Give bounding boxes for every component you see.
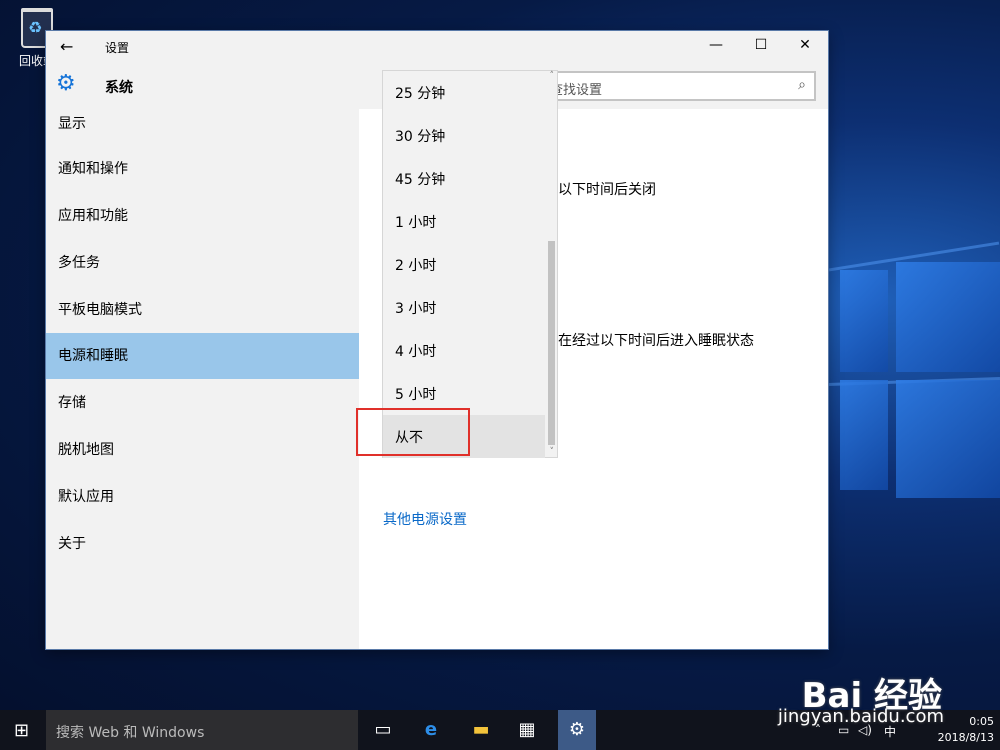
scroll-up-arrow-icon[interactable]: ˄ [550,71,555,81]
clock-time: 0:05 [969,715,994,728]
sidebar-item-label: 平板电脑模式 [58,302,142,318]
file-explorer-icon[interactable]: ▬ [468,719,494,740]
sidebar-item-multitasking[interactable]: 多任务 [46,240,359,286]
gear-icon: ⚙ [56,71,76,96]
minimize-button[interactable]: — [704,37,728,53]
sidebar-item-storage[interactable]: 存储 [46,380,359,426]
store-icon[interactable]: ▦ [514,719,540,740]
sidebar-item-label: 默认应用 [58,489,114,505]
search-input[interactable]: 查找设置 ⌕ [536,71,816,101]
taskbar-search-text: 搜索 Web 和 Windows [56,725,205,741]
sidebar-item-label: 通知和操作 [58,161,128,177]
scroll-down-arrow-icon[interactable]: ˅ [550,447,555,457]
desktop-logo-pane-4 [896,380,1000,498]
clock-date: 2018/8/13 [937,731,994,744]
sidebar-item-apps[interactable]: 应用和功能 [46,193,359,239]
dropdown-option[interactable]: 45 分钟 [383,157,545,200]
dropdown-option[interactable]: 1 小时 [383,200,545,243]
dropdown-option-label: 2 小时 [395,258,437,274]
search-icon[interactable]: ⌕ [798,77,806,93]
dropdown-option[interactable]: 2 小时 [383,243,545,286]
taskbar-search-box[interactable]: 搜索 Web 和 Windows [46,710,358,750]
sidebar-item-label: 应用和功能 [58,208,128,224]
dropdown-option-label: 4 小时 [395,344,437,360]
sidebar-item-label: 关于 [58,536,86,552]
sidebar-item-label: 电源和睡眠 [58,348,128,364]
sidebar-item-power-sleep[interactable]: 电源和睡眠 [46,333,359,379]
window-title: 设置 [105,41,130,55]
dropdown-option[interactable]: 30 分钟 [383,114,545,157]
desktop-logo-pane-2 [896,262,1000,372]
clock[interactable]: 0:05 2018/8/13 [938,714,994,746]
sidebar-item-label: 存储 [58,395,86,411]
screen-off-text: 以下时间后关闭 [558,182,656,198]
dropdown-option-label: 45 分钟 [395,172,446,188]
annotation-highlight-box [356,408,470,456]
close-button[interactable]: ✕ [793,37,817,53]
dropdown-option-label: 25 分钟 [395,86,446,102]
windows-start-icon[interactable]: ⊞ [14,720,29,741]
sidebar-item-default-apps[interactable]: 默认应用 [46,474,359,520]
sidebar-item-label: 显示 [58,116,86,132]
dropdown-option[interactable]: 4 小时 [383,329,545,372]
dropdown-option-label: 5 小时 [395,387,437,403]
dropdown-option-label: 3 小时 [395,301,437,317]
dropdown-option-label: 30 分钟 [395,129,446,145]
dropdown-option-label: 1 小时 [395,215,437,231]
title-bar: ← 设置 — ☐ ✕ [46,31,828,61]
task-view-icon[interactable]: ▭ [370,719,396,740]
desktop-logo-pane-1 [840,270,888,372]
other-power-settings-link[interactable]: 其他电源设置 [383,509,467,529]
dropdown-option[interactable]: 25 分钟 [383,71,545,114]
back-arrow-icon[interactable]: ← [60,37,73,56]
settings-taskbar-icon[interactable]: ⚙ [558,710,596,750]
sidebar: 显示 通知和操作 应用和功能 多任务 平板电脑模式 电源和睡眠 存储 脱机地图 … [46,109,359,649]
dropdown-option[interactable]: 3 小时 [383,286,545,329]
dropdown-scrollbar-thumb[interactable] [548,241,555,445]
edge-browser-icon[interactable]: e [418,719,444,740]
sidebar-item-tablet-mode[interactable]: 平板电脑模式 [46,287,359,333]
maximize-button[interactable]: ☐ [749,37,773,53]
sleep-time-dropdown-list[interactable]: ˄ 25 分钟 30 分钟 45 分钟 1 小时 2 小时 3 小时 4 小时 … [382,70,558,458]
sleep-text: 在经过以下时间后进入睡眠状态 [558,333,754,349]
sidebar-item-notifications[interactable]: 通知和操作 [46,146,359,192]
section-title: 系统 [105,80,133,96]
sidebar-item-label: 多任务 [58,255,100,271]
desktop-logo-pane-3 [840,380,888,490]
sidebar-item-offline-maps[interactable]: 脱机地图 [46,427,359,473]
baidu-watermark-url: jingyan.baidu.com [777,706,944,727]
sidebar-item-about[interactable]: 关于 [46,521,359,567]
sidebar-item-label: 脱机地图 [58,442,114,458]
